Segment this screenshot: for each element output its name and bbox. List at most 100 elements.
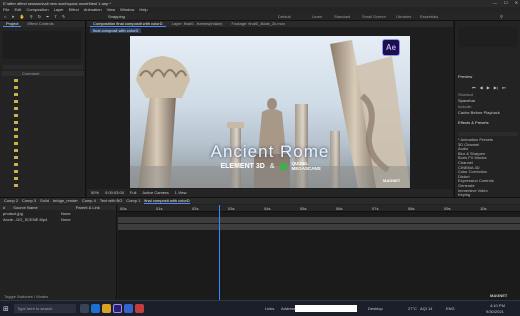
- tab-footage[interactable]: Footage: final0_4klab_2k.mov: [229, 22, 288, 26]
- effects-search-input[interactable]: [458, 132, 518, 136]
- snapping-checkbox[interactable]: Snapping: [108, 15, 125, 19]
- workspace-small-screen[interactable]: Small Screen: [362, 15, 386, 19]
- time-ruler[interactable]: 00s 01s 02s 03s 04s 05s 06s 07s 08s 09s …: [118, 205, 520, 212]
- list-item[interactable]: [2, 155, 84, 160]
- tab-project[interactable]: Project: [3, 21, 22, 27]
- home-icon[interactable]: ⌂: [4, 15, 6, 19]
- first-frame-icon[interactable]: ⏮: [472, 86, 476, 90]
- brush-tool-icon[interactable]: ✎: [62, 15, 65, 19]
- workspace-default[interactable]: Default: [278, 15, 291, 19]
- premiere-icon[interactable]: [124, 304, 133, 313]
- list-item[interactable]: [2, 162, 84, 167]
- prev-frame-icon[interactable]: ◀: [480, 86, 483, 90]
- hand-tool-icon[interactable]: ✋: [20, 15, 25, 19]
- tab-text-with-bg[interactable]: Text with BG: [100, 199, 122, 203]
- list-item[interactable]: [2, 85, 84, 90]
- layer-parent[interactable]: None: [61, 217, 71, 222]
- menu-view[interactable]: View: [107, 8, 116, 12]
- tab-solid[interactable]: Solid: [40, 199, 49, 203]
- current-time[interactable]: 0:00:03:00: [105, 191, 124, 195]
- menu-animation[interactable]: Animation: [84, 8, 102, 12]
- menu-file[interactable]: File: [3, 8, 9, 12]
- list-item[interactable]: [2, 134, 84, 139]
- close-icon[interactable]: ✕: [515, 1, 518, 5]
- tab-composition[interactable]: Composition final compositi with colorD: [90, 21, 166, 27]
- edge-icon[interactable]: [91, 304, 100, 313]
- list-item[interactable]: [2, 113, 84, 118]
- workspace-essentials[interactable]: Essentials: [420, 15, 438, 19]
- parent-column[interactable]: Parent & Link: [76, 205, 100, 210]
- selection-tool-icon[interactable]: ➤: [11, 15, 14, 19]
- workspace-standard[interactable]: Standard: [334, 15, 350, 19]
- pen-tool-icon[interactable]: ✒: [46, 15, 49, 19]
- workspace-learn[interactable]: Learn: [312, 15, 322, 19]
- minimize-icon[interactable]: —: [493, 1, 497, 5]
- resolution-dropdown[interactable]: Full: [130, 191, 136, 195]
- layer-track-bar[interactable]: [118, 224, 520, 230]
- tab-comp-1[interactable]: Comp 1: [126, 199, 140, 203]
- tab-effect-controls[interactable]: Effect Controls: [24, 22, 56, 26]
- layer-parent[interactable]: None: [61, 211, 71, 216]
- list-item[interactable]: [2, 169, 84, 174]
- tab-comp-2[interactable]: Comp 2: [4, 199, 18, 203]
- workspace-libraries[interactable]: Libraries: [396, 15, 411, 19]
- language-indicator[interactable]: ENG: [446, 307, 455, 311]
- next-frame-icon[interactable]: ▶|: [494, 86, 498, 90]
- menu-effect[interactable]: Effect: [69, 8, 79, 12]
- after-effects-icon[interactable]: [113, 304, 122, 313]
- layer-track-bar[interactable]: [118, 217, 520, 223]
- tab-comp-4[interactable]: Comp 4: [82, 199, 96, 203]
- last-frame-icon[interactable]: ⏭: [502, 86, 506, 90]
- links-label[interactable]: Links: [265, 307, 274, 311]
- play-icon[interactable]: ▶: [487, 86, 490, 90]
- list-item[interactable]: [2, 127, 84, 132]
- table-row[interactable]: product.jpg None: [0, 211, 116, 216]
- taskbar-search-box[interactable]: Type here to search: [14, 304, 76, 313]
- list-item[interactable]: [2, 99, 84, 104]
- file-explorer-icon[interactable]: [102, 304, 111, 313]
- list-item[interactable]: [2, 148, 84, 153]
- list-item[interactable]: [2, 176, 84, 181]
- rotate-tool-icon[interactable]: ↻: [38, 15, 41, 19]
- weather-temp[interactable]: 27°C: [408, 307, 417, 311]
- comp-subtab[interactable]: final composit with colorD: [90, 28, 142, 33]
- address-input[interactable]: [295, 305, 357, 312]
- app-icon[interactable]: [135, 304, 144, 313]
- menu-help[interactable]: Help: [139, 8, 147, 12]
- list-item[interactable]: [2, 106, 84, 111]
- list-item[interactable]: [2, 141, 84, 146]
- menu-edit[interactable]: Edit: [14, 8, 21, 12]
- menu-composition[interactable]: Composition: [26, 8, 48, 12]
- weather-aqi[interactable]: AQI 14: [420, 307, 432, 311]
- table-row[interactable]: Ancie...DO_SCENE.Mp4 None: [0, 217, 116, 222]
- task-view-icon[interactable]: [80, 304, 89, 313]
- zoom-tool-icon[interactable]: ⚲: [30, 15, 33, 19]
- maximize-icon[interactable]: ☐: [504, 1, 508, 5]
- list-item[interactable]: [2, 183, 84, 188]
- list-item[interactable]: [2, 78, 84, 83]
- menu-window[interactable]: Window: [120, 8, 134, 12]
- search-icon[interactable]: ⚲: [500, 15, 503, 19]
- desktop-label[interactable]: Desktop: [368, 307, 383, 311]
- source-name-column[interactable]: Source Name: [13, 205, 37, 210]
- project-search-input[interactable]: [3, 65, 83, 69]
- camera-dropdown[interactable]: Active Camera: [142, 191, 168, 195]
- shortcut-dropdown[interactable]: Spacebar: [458, 99, 506, 103]
- playhead[interactable]: [219, 205, 220, 301]
- list-item[interactable]: [2, 92, 84, 97]
- comment-column[interactable]: Comment: [22, 71, 39, 76]
- clock-date[interactable]: 9/30/2021: [486, 310, 504, 314]
- text-tool-icon[interactable]: T: [54, 15, 56, 19]
- windows-start-icon[interactable]: ⊞: [3, 306, 9, 313]
- composition-frame[interactable]: Ae Ancient Rome ELEMENT 3D & QUIXEL MEGA…: [130, 36, 410, 188]
- tab-comp-3[interactable]: Comp 3: [22, 199, 36, 203]
- toggle-switches-modes[interactable]: Toggle Switches / Modes: [4, 295, 48, 299]
- timeline-tracks[interactable]: 00s 01s 02s 03s 04s 05s 06s 07s 08s 09s …: [118, 205, 520, 301]
- tab-final-composit[interactable]: final composit with colorD: [144, 198, 190, 204]
- clock-time[interactable]: 4:10 PM: [490, 304, 505, 308]
- menu-layer[interactable]: Layer: [54, 8, 64, 12]
- tab-layer[interactable]: Layer: final0 - frames(intake): [169, 22, 226, 26]
- view-layout-dropdown[interactable]: 1 View: [175, 191, 187, 195]
- tab-bridge-render[interactable]: bridge_render: [53, 199, 78, 203]
- zoom-dropdown[interactable]: 50%: [91, 191, 99, 195]
